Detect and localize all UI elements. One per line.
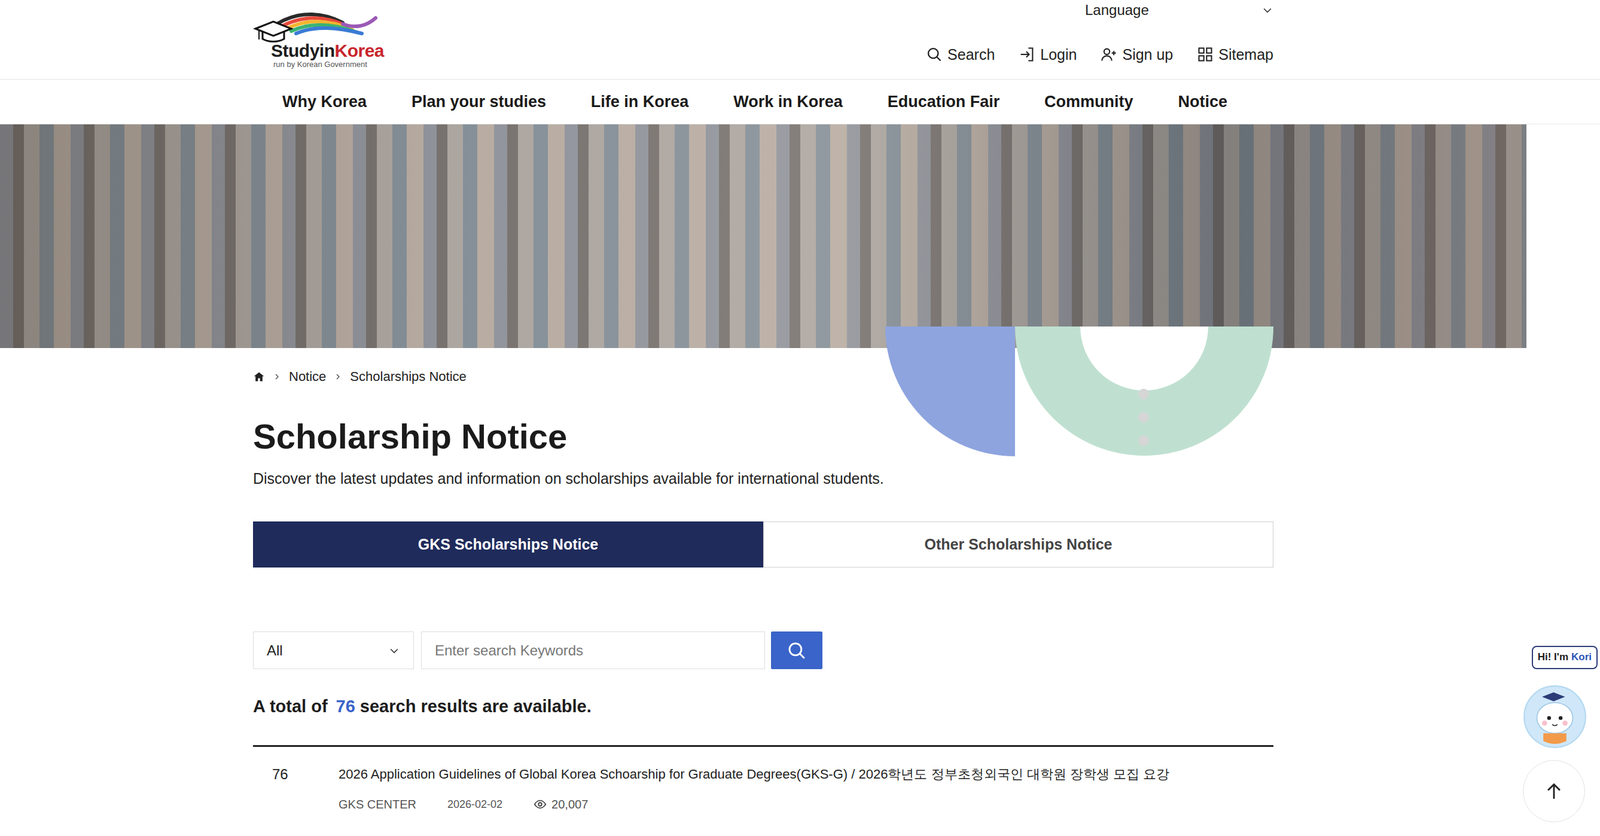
header-tools: Language Search Login Sign up Sitemap — [925, 0, 1274, 79]
row-number: 76 — [253, 765, 339, 814]
utility-label: Sign up — [1122, 43, 1173, 67]
category-select[interactable]: All — [253, 631, 414, 670]
row-meta: GKS CENTER 2026-02-02 20,007 — [338, 795, 1274, 814]
arrow-up-icon — [1543, 781, 1565, 802]
chevron-right-icon — [334, 373, 342, 381]
chevron-down-icon — [388, 644, 401, 657]
row-date: 2026-02-02 — [447, 796, 503, 813]
main-nav: Why Korea Plan your studies Life in Korea W… — [0, 79, 1600, 125]
decor-dot — [1138, 435, 1150, 447]
row-body: 2026 Application Guidelines of Global Ko… — [338, 765, 1274, 814]
language-label: Language — [1085, 0, 1150, 21]
breadcrumb-trail: Notice Scholarships Notice — [253, 369, 1274, 384]
results-count: 76 — [336, 696, 356, 716]
nav-item[interactable]: Community — [1044, 89, 1134, 115]
row-title[interactable]: 2026 Application Guidelines of Global Ko… — [338, 765, 1274, 784]
logo-mark-icon — [253, 22, 383, 33]
utility-links: Search Login Sign up Sitemap — [925, 43, 1274, 80]
nav-item[interactable]: Notice — [1177, 89, 1228, 115]
header-inner: StudyinKorearun by Korean Government Lang… — [253, 0, 1274, 79]
scroll-top-button[interactable] — [1522, 760, 1586, 823]
eye-icon — [533, 797, 547, 812]
chatbot-mascot-icon[interactable] — [1522, 684, 1587, 749]
site-header: StudyinKorearun by Korean Government Lang… — [0, 0, 1600, 125]
signup-icon — [1100, 46, 1118, 63]
signup-link[interactable]: Sign up — [1100, 43, 1173, 67]
sitemap-link[interactable]: Sitemap — [1196, 43, 1274, 67]
main-content: Notice Scholarships Notice Scholarship Not… — [253, 348, 1274, 822]
category-value: All — [266, 640, 283, 662]
nav-item[interactable]: Life in Korea — [590, 89, 690, 115]
tab-label: Other Scholarships Notice — [924, 533, 1113, 557]
chatbot-bubble[interactable]: Hi! I'mKori — [1531, 645, 1598, 670]
logo-tagline: run by Korean Government — [273, 59, 391, 70]
utility-label: Search — [947, 43, 995, 67]
nav-item[interactable]: Work in Korea — [733, 89, 843, 115]
row-views: 20,007 — [533, 795, 588, 814]
chevron-down-icon — [1261, 4, 1274, 17]
nav-item[interactable]: Education Fair — [887, 89, 1001, 115]
page-title: Scholarship Notice — [253, 415, 1274, 458]
language-select[interactable]: Language — [1085, 0, 1274, 21]
tab-label: GKS Scholarships Notice — [418, 533, 599, 557]
page-description: Discover the latest updates and informat… — [253, 467, 1274, 490]
login-icon — [1018, 46, 1036, 63]
search-bar: All — [253, 631, 1274, 670]
utility-label: Login — [1040, 43, 1077, 67]
header-bar: StudyinKorearun by Korean Government Lang… — [0, 0, 1600, 80]
tab-bar: GKS Scholarships Notice Other Scholarship… — [253, 521, 1274, 568]
nav-list: Why Korea Plan your studies Life in Korea W… — [253, 79, 1274, 125]
search-icon — [925, 46, 943, 63]
logo-brand: StudyinKorea — [270, 41, 391, 60]
logo-brand-second: Korea — [334, 40, 385, 61]
utility-label: Sitemap — [1218, 43, 1274, 67]
results-summary: A total of 76search results are available… — [253, 694, 1274, 719]
tab[interactable]: Other Scholarships Notice — [763, 521, 1274, 568]
search-icon — [786, 640, 807, 661]
login-link[interactable]: Login — [1018, 43, 1077, 67]
search-link[interactable]: Search — [925, 43, 995, 67]
sitemap-icon — [1196, 46, 1214, 63]
results-prefix: A total of — [253, 696, 328, 716]
breadcrumb-item[interactable]: Notice — [288, 369, 326, 384]
nav-item[interactable]: Plan your studies — [411, 89, 547, 115]
chatbot-name: Kori — [1571, 651, 1592, 663]
decor-quarter-circle — [885, 326, 1016, 457]
decor-dot — [1138, 412, 1150, 423]
logo-brand-first: Studyin — [270, 40, 335, 61]
decor-half-ring — [1015, 326, 1274, 456]
notice-list: 762026 Application Guidelines of Global … — [253, 745, 1274, 822]
results-suffix: search results are available. — [360, 696, 592, 716]
nav-inner: Why Korea Plan your studies Life in Korea W… — [253, 79, 1274, 125]
hero-image — [0, 124, 1527, 349]
search-button[interactable] — [770, 631, 823, 670]
logo[interactable]: StudyinKorearun by Korean Government — [253, 0, 391, 79]
search-input[interactable] — [421, 631, 766, 670]
tab[interactable]: GKS Scholarships Notice — [253, 521, 764, 568]
decor-dot — [1138, 388, 1150, 400]
home-icon[interactable] — [253, 370, 265, 383]
chatbot-greeting: Hi! I'm — [1537, 651, 1569, 663]
decor-ring-hole — [1080, 326, 1209, 391]
chevron-right-icon — [273, 373, 281, 381]
nav-item[interactable]: Why Korea — [282, 89, 367, 115]
notice-row[interactable]: 762026 Application Guidelines of Global … — [253, 747, 1274, 822]
breadcrumb-item[interactable]: Scholarships Notice — [349, 369, 466, 384]
views-count: 20,007 — [551, 795, 588, 814]
row-author: GKS CENTER — [338, 795, 417, 814]
